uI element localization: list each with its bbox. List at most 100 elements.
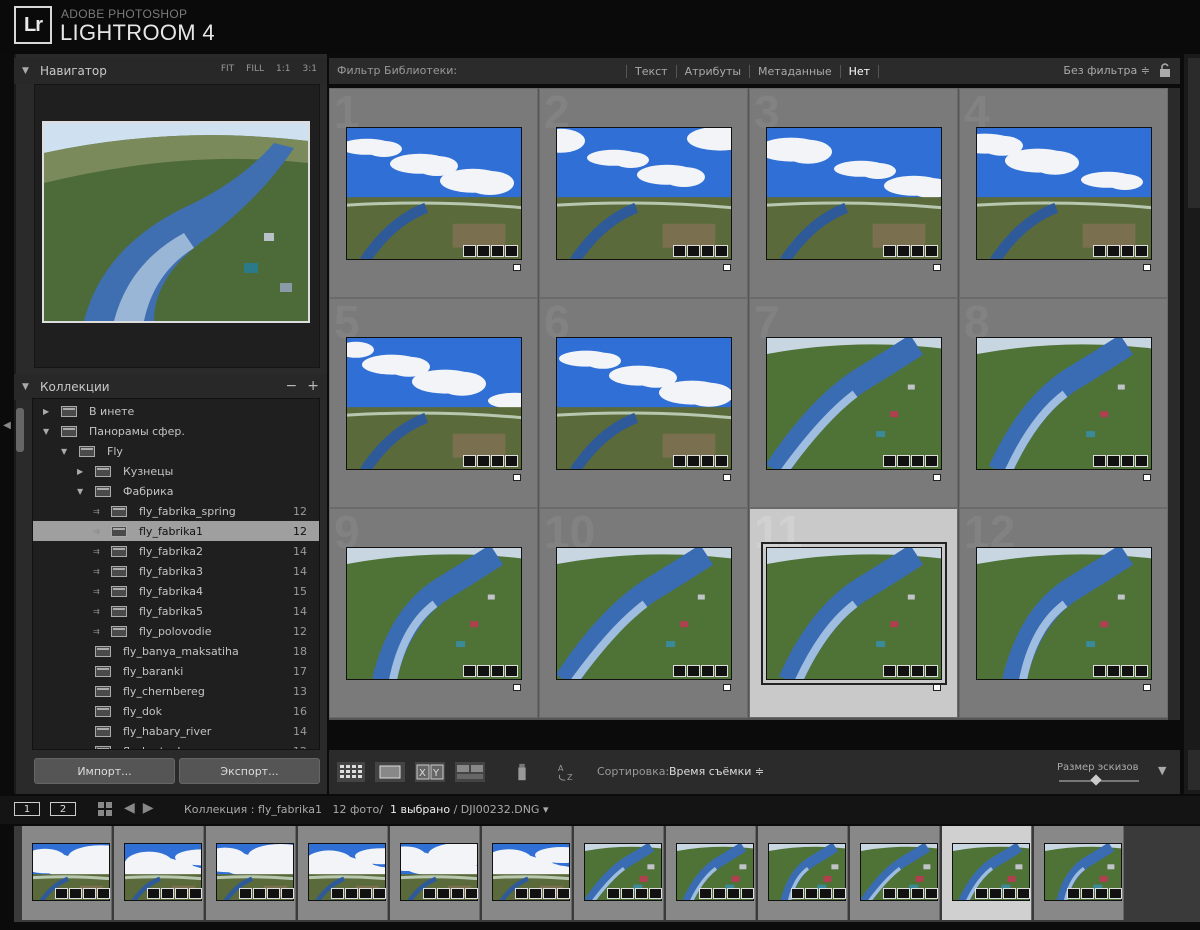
breadcrumb-collection[interactable]: Коллекция : fly_fabrika1 xyxy=(184,803,322,816)
quick-collection-icon[interactable] xyxy=(1143,684,1151,691)
develop-badge-icon[interactable] xyxy=(925,245,938,257)
thumbnail-size-knob[interactable] xyxy=(1090,774,1102,786)
develop-badge-icon[interactable] xyxy=(925,665,938,677)
crop-badge-icon[interactable] xyxy=(911,665,924,677)
navigator-preview-image[interactable] xyxy=(42,121,310,323)
grid-cell[interactable]: 12 xyxy=(959,508,1168,718)
grid-scrollbar[interactable] xyxy=(1168,88,1180,720)
collection-item[interactable]: fly_habary_river 14 xyxy=(33,721,319,741)
grid-cell[interactable]: 2 xyxy=(539,88,748,298)
filter-text[interactable]: Текст xyxy=(626,64,676,78)
filmstrip-thumbnail[interactable] xyxy=(758,826,848,920)
filmstrip-thumbnail[interactable] xyxy=(1034,826,1124,920)
collapse-triangle-icon[interactable]: ▼ xyxy=(22,66,32,76)
zoom-1-1[interactable]: 1:1 xyxy=(276,64,290,74)
compare-view-icon[interactable]: XY xyxy=(415,762,445,782)
keyword-badge-icon[interactable] xyxy=(687,665,700,677)
zoom-fill[interactable]: FILL xyxy=(246,64,264,74)
photo-thumbnail[interactable] xyxy=(556,547,732,680)
collection-item[interactable]: ⇉ fly_fabrika2 14 xyxy=(33,541,319,561)
grid-cell[interactable]: 11 xyxy=(749,508,958,718)
develop-badge-icon[interactable] xyxy=(715,245,728,257)
collection-item[interactable]: fly_dok 16 xyxy=(33,701,319,721)
collections-header[interactable]: ▼ Коллекции − + xyxy=(14,374,327,400)
metadata-badge-icon[interactable] xyxy=(673,455,686,467)
grid-cell[interactable]: 10 xyxy=(539,508,748,718)
keyword-badge-icon[interactable] xyxy=(477,455,490,467)
collection-item[interactable]: fly_chernbereg 13 xyxy=(33,681,319,701)
grid-cell[interactable]: 8 xyxy=(959,298,1168,508)
keyword-badge-icon[interactable] xyxy=(687,455,700,467)
crop-badge-icon[interactable] xyxy=(491,455,504,467)
grid-cell[interactable]: 5 xyxy=(329,298,538,508)
collapse-triangle-icon[interactable]: ▼ xyxy=(22,382,32,392)
photo-thumbnail[interactable] xyxy=(766,337,942,470)
keyword-badge-icon[interactable] xyxy=(897,455,910,467)
keyword-badge-icon[interactable] xyxy=(1107,245,1120,257)
collection-item[interactable]: fly_banya_maksatiha 18 xyxy=(33,641,319,661)
metadata-badge-icon[interactable] xyxy=(463,455,476,467)
collection-item[interactable]: ⇉ fly_fabrika4 15 xyxy=(33,581,319,601)
photo-thumbnail[interactable] xyxy=(766,127,942,260)
metadata-badge-icon[interactable] xyxy=(1093,455,1106,467)
filter-metadata[interactable]: Метаданные xyxy=(749,64,840,78)
collection-item[interactable]: fly_krutoybor 12 xyxy=(33,741,319,749)
collection-item[interactable]: ⇉ fly_polovodie 12 xyxy=(33,621,319,641)
grid-cell[interactable]: 6 xyxy=(539,298,748,508)
crop-badge-icon[interactable] xyxy=(911,455,924,467)
filter-attributes[interactable]: Атрибуты xyxy=(675,64,749,78)
disclosure-triangle-icon[interactable]: ▶ xyxy=(43,407,49,416)
photo-thumbnail[interactable] xyxy=(346,337,522,470)
main-window-button[interactable]: 1 xyxy=(14,802,40,816)
collection-item[interactable]: ▶ В инете xyxy=(33,401,319,421)
develop-badge-icon[interactable] xyxy=(715,665,728,677)
metadata-badge-icon[interactable] xyxy=(463,665,476,677)
grid-cell[interactable]: 7 xyxy=(749,298,958,508)
develop-badge-icon[interactable] xyxy=(1135,245,1148,257)
keyword-badge-icon[interactable] xyxy=(897,245,910,257)
develop-badge-icon[interactable] xyxy=(925,455,938,467)
grid-cell[interactable]: 4 xyxy=(959,88,1168,298)
quick-collection-icon[interactable] xyxy=(513,684,521,691)
right-panel-tab[interactable] xyxy=(1188,58,1200,208)
lock-icon[interactable] xyxy=(1158,62,1172,78)
back-forward-arrows-icon[interactable]: ◀▶ xyxy=(124,800,162,816)
add-collection-icon[interactable]: + xyxy=(307,378,319,394)
photo-thumbnail[interactable] xyxy=(346,547,522,680)
quick-collection-icon[interactable] xyxy=(933,264,941,271)
sort-direction-icon[interactable]: A Z xyxy=(555,762,579,782)
collection-item[interactable]: ⇉ fly_fabrika_spring 12 xyxy=(33,501,319,521)
loupe-view-icon[interactable] xyxy=(375,762,405,782)
photo-thumbnail[interactable] xyxy=(976,547,1152,680)
filmstrip-thumbnail[interactable] xyxy=(942,826,1032,920)
zoom-3-1[interactable]: 3:1 xyxy=(303,64,317,74)
metadata-badge-icon[interactable] xyxy=(883,455,896,467)
collection-item[interactable]: ▼ Панорамы сфер. xyxy=(33,421,319,441)
crop-badge-icon[interactable] xyxy=(701,455,714,467)
photo-thumbnail[interactable] xyxy=(976,127,1152,260)
remove-collection-icon[interactable]: − xyxy=(286,378,298,394)
export-button[interactable]: Экспорт... xyxy=(179,758,320,784)
filmstrip-thumbnail[interactable] xyxy=(850,826,940,920)
disclosure-triangle-icon[interactable]: ▼ xyxy=(43,427,49,436)
quick-collection-icon[interactable] xyxy=(513,474,521,481)
crop-badge-icon[interactable] xyxy=(1121,665,1134,677)
quick-collection-icon[interactable] xyxy=(723,264,731,271)
grid-cell[interactable]: 3 xyxy=(749,88,958,298)
right-panel-tab[interactable] xyxy=(1188,750,1200,790)
quick-collection-icon[interactable] xyxy=(933,684,941,691)
navigator-header[interactable]: ▼ Навигатор FIT FILL 1:1 3:1 xyxy=(14,58,327,84)
crop-badge-icon[interactable] xyxy=(701,665,714,677)
quick-collection-icon[interactable] xyxy=(723,684,731,691)
painter-spray-icon[interactable] xyxy=(515,762,529,782)
disclosure-triangle-icon[interactable]: ▼ xyxy=(61,447,67,456)
collection-item[interactable]: ⇉ fly_fabrika3 14 xyxy=(33,561,319,581)
filmstrip-thumbnail[interactable] xyxy=(574,826,664,920)
keyword-badge-icon[interactable] xyxy=(1107,665,1120,677)
photo-thumbnail[interactable] xyxy=(556,337,732,470)
quick-collection-icon[interactable] xyxy=(1143,264,1151,271)
metadata-badge-icon[interactable] xyxy=(673,245,686,257)
disclosure-triangle-icon[interactable]: ▼ xyxy=(77,487,83,496)
grid-cell[interactable]: 1 xyxy=(329,88,538,298)
breadcrumb-filename[interactable]: / DJI00232.DNG ▾ xyxy=(454,803,549,816)
